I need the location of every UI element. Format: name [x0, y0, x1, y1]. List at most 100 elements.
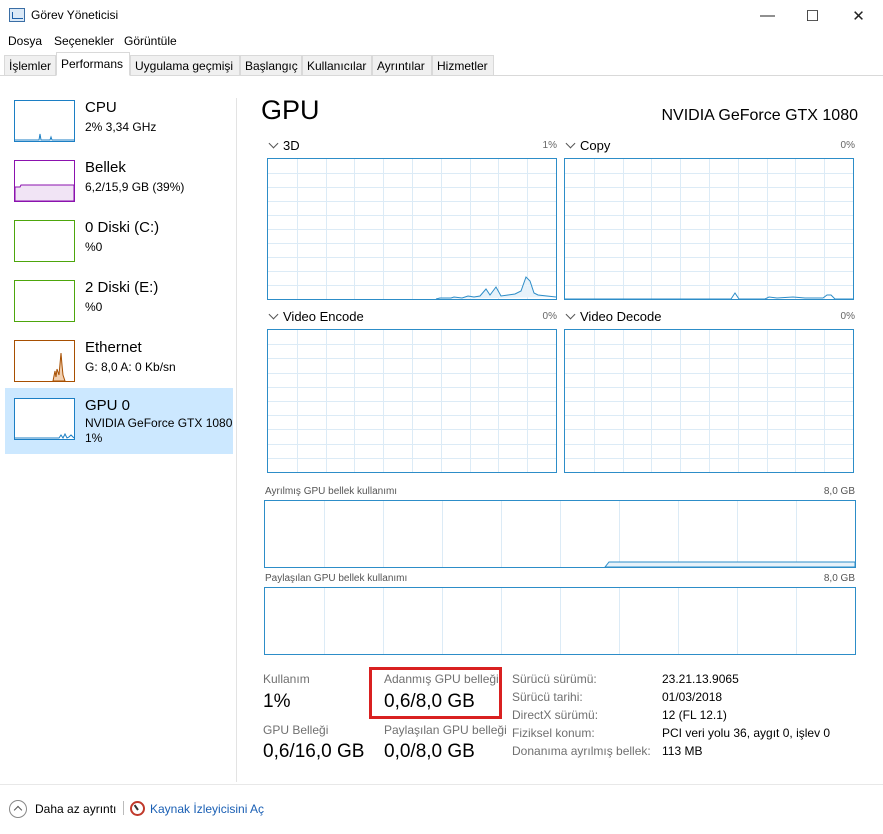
gpu-model-name: NVIDIA GeForce GTX 1080: [661, 107, 858, 124]
sidebar-item-subtitle: NVIDIA GeForce GTX 1080: [85, 416, 233, 430]
tab-baslangic[interactable]: Başlangıç: [240, 55, 302, 76]
graph-video-encode: [267, 329, 557, 473]
physical-location-value: PCI veri yolu 36, aygıt 0, işlev 0: [662, 726, 831, 740]
memory-graph-icon: [14, 160, 75, 202]
usage-line: [435, 276, 556, 299]
engine-percent: 0%: [840, 311, 855, 322]
cpu-graph-icon: [14, 100, 75, 142]
sidebar-item-title: Bellek: [85, 159, 126, 176]
chevron-up-icon[interactable]: [9, 800, 27, 818]
physical-location-label: Fiziksel konum:: [512, 726, 595, 740]
engine-selector-video-decode[interactable]: Video Decode: [565, 309, 661, 324]
sidebar-item-title: Ethernet: [85, 339, 142, 356]
sidebar-item-gpu[interactable]: GPU 0 NVIDIA GeForce GTX 1080 1%: [5, 388, 233, 454]
sidebar-item-ethernet[interactable]: Ethernet G: 8,0 A: 0 Kb/sn: [5, 332, 233, 394]
tab-performans[interactable]: Performans: [56, 52, 130, 76]
engine-label: Video Encode: [283, 309, 364, 324]
disk-graph-icon: [14, 280, 75, 322]
sidebar-item-title: GPU 0: [85, 397, 131, 414]
graph-shared-memory: [264, 587, 856, 655]
graph-3d: [267, 158, 557, 300]
hardware-reserved-label: Donanıma ayrılmış bellek:: [512, 744, 651, 758]
sidebar-item-subtitle: %0: [85, 300, 103, 314]
open-resource-monitor-link[interactable]: Kaynak İzleyicisini Aç: [150, 802, 264, 816]
tab-kullanicilar[interactable]: Kullanıcılar: [302, 55, 372, 76]
usage-area: [604, 561, 855, 567]
page-title: GPU: [261, 95, 320, 125]
chevron-down-icon: [565, 309, 576, 320]
grid-lines: [565, 159, 853, 299]
footer-separator: [123, 801, 124, 815]
engine-percent: 0%: [542, 311, 557, 322]
directx-version-label: DirectX sürümü:: [512, 708, 599, 722]
fewer-details-link[interactable]: Daha az ayrıntı: [35, 802, 116, 816]
gpu-memory-label: GPU Belleği: [263, 723, 329, 737]
minimize-button[interactable]: —: [745, 0, 790, 31]
grid: [565, 330, 853, 472]
gpu-graph-icon: [14, 398, 75, 440]
driver-date-label: Sürücü tarihi:: [512, 690, 583, 704]
usage-value: 1%: [263, 691, 291, 712]
sidebar-item-subtitle: 2% 3,34 GHz: [85, 120, 157, 134]
engine-selector-video-encode[interactable]: Video Encode: [268, 309, 364, 324]
driver-date-value: 01/03/2018: [662, 690, 723, 704]
sidebar-item-subtitle: 6,2/15,9 GB (39%): [85, 180, 185, 194]
window-title: Görev Yöneticisi: [31, 8, 119, 22]
engine-label: Video Decode: [580, 309, 662, 324]
graph-video-decode: [564, 329, 854, 473]
chevron-down-icon: [268, 309, 279, 320]
chevron-down-icon: [268, 138, 279, 149]
sidebar-item-disk-c[interactable]: 0 Diski (C:) %0: [5, 212, 233, 274]
sidebar-item-subtitle-2: 1%: [85, 431, 103, 445]
engine-percent: 1%: [542, 140, 557, 151]
sidebar-item-bellek[interactable]: Bellek 6,2/15,9 GB (39%): [5, 152, 233, 214]
menu-bar: Dosya Seçenekler Görüntüle: [0, 31, 883, 51]
disk-graph-icon: [14, 220, 75, 262]
grid-lines: [324, 588, 797, 654]
shared-memory-max: 8,0 GB: [823, 573, 855, 584]
grid-lines: [565, 330, 853, 472]
sidebar-item-title: 2 Diski (E:): [85, 279, 159, 296]
dedicated-memory-max: 8,0 GB: [823, 486, 855, 497]
menu-goruntule[interactable]: Görüntüle: [124, 34, 177, 48]
maximize-button[interactable]: ☐: [790, 0, 835, 31]
shared-memory-graph-label: Paylaşılan GPU bellek kullanımı: [265, 573, 408, 584]
sidebar-item-subtitle: %0: [85, 240, 103, 254]
sidebar-item-disk-e[interactable]: 2 Diski (E:) %0: [5, 272, 233, 334]
driver-version-label: Sürücü sürümü:: [512, 672, 597, 686]
sidebar-item-cpu[interactable]: CPU 2% 3,34 GHz: [5, 92, 233, 154]
highlight-annotation: [369, 667, 502, 719]
tab-ayrintilar[interactable]: Ayrıntılar: [372, 55, 432, 76]
resource-monitor-icon[interactable]: [130, 801, 145, 816]
dedicated-memory-graph-label: Ayrılmış GPU bellek kullanımı: [265, 486, 398, 497]
menu-dosya[interactable]: Dosya: [8, 34, 42, 48]
graph-copy: [564, 158, 854, 300]
sidebar-item-subtitle: G: 8,0 A: 0 Kb/sn: [85, 360, 176, 374]
tab-uygulama-gecmisi[interactable]: Uygulama geçmişi: [130, 55, 240, 76]
graph-dedicated-memory: [264, 500, 856, 568]
hardware-reserved-value: 113 MB: [662, 744, 703, 758]
tab-strip: İşlemler Performans Uygulama geçmişi Baş…: [0, 52, 883, 76]
close-button[interactable]: ✕: [836, 0, 881, 31]
footer-divider: [0, 784, 883, 785]
grid-lines: [268, 330, 556, 472]
directx-version-value: 12 (FL 12.1): [662, 708, 727, 722]
grid: [565, 159, 853, 299]
chevron-down-icon: [565, 138, 576, 149]
menu-secenekler[interactable]: Seçenekler: [54, 34, 114, 48]
tab-islemler[interactable]: İşlemler: [4, 55, 56, 76]
shared-memory-value: 0,0/8,0 GB: [384, 741, 475, 762]
engine-selector-3d[interactable]: 3D: [268, 138, 300, 153]
title-bar: Görev Yöneticisi — ☐ ✕: [0, 0, 883, 31]
grid: [324, 588, 797, 654]
sidebar-item-title: CPU: [85, 99, 117, 116]
panel-divider: [236, 98, 237, 782]
engine-selector-copy[interactable]: Copy: [565, 138, 610, 153]
engine-label: Copy: [580, 138, 611, 153]
shared-memory-label: Paylaşılan GPU belleği: [384, 723, 507, 737]
grid: [324, 501, 797, 567]
driver-version-value: 23.21.13.9065: [662, 672, 739, 686]
tab-hizmetler[interactable]: Hizmetler: [432, 55, 494, 76]
ethernet-graph-icon: [14, 340, 75, 382]
grid: [268, 330, 556, 472]
